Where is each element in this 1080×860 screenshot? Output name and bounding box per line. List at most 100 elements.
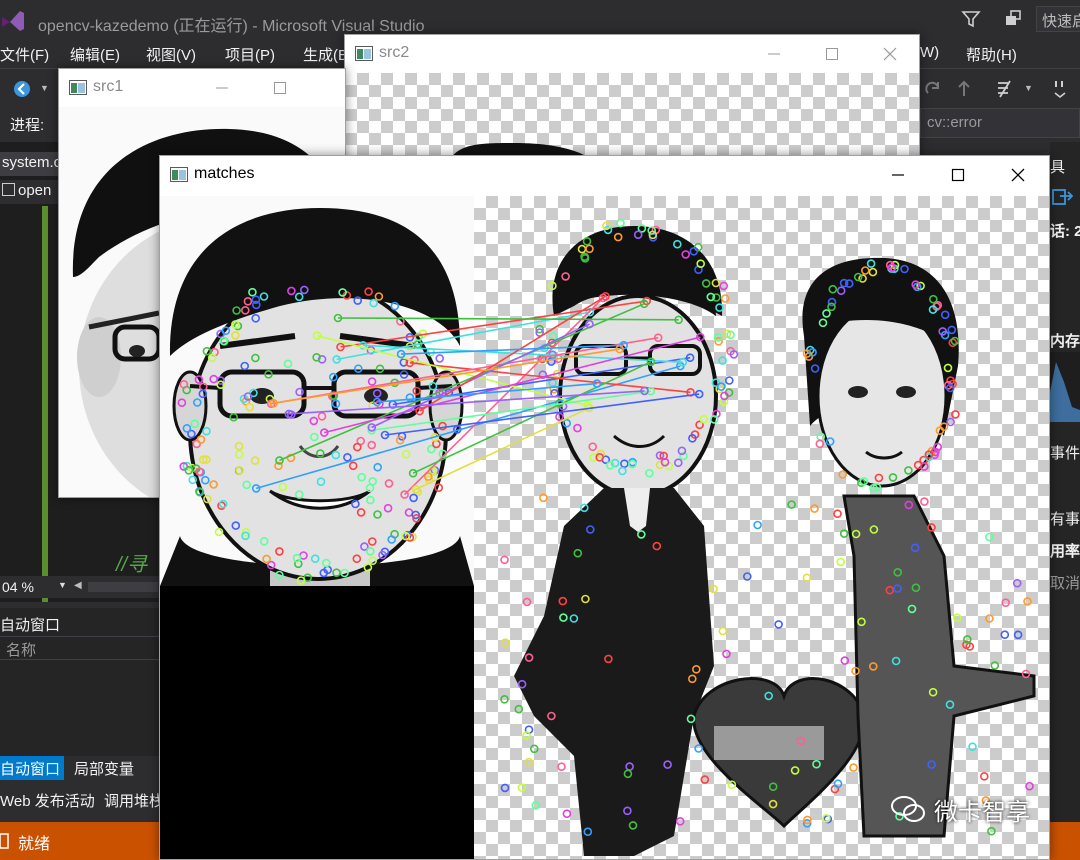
keypoint-marker — [203, 494, 212, 504]
keypoint-marker — [699, 414, 709, 424]
export-icon[interactable] — [1052, 186, 1074, 206]
chevron-down-icon[interactable]: ▼ — [40, 83, 49, 93]
src2-title: src2 — [379, 44, 410, 61]
keypoint-marker — [278, 482, 288, 492]
keypoint-marker — [927, 523, 936, 532]
editor-tab-open[interactable]: open — [0, 180, 60, 204]
keypoint-marker — [1001, 598, 1011, 608]
feedback-icon[interactable] — [1002, 8, 1024, 30]
keypoint-marker — [209, 480, 218, 489]
src2-window[interactable]: src2 — [344, 34, 920, 174]
quick-launch-input[interactable]: 快速启 — [1036, 6, 1080, 32]
keypoint-marker — [539, 493, 548, 503]
keypoint-marker — [825, 437, 835, 446]
keypoint-marker — [196, 435, 206, 444]
keypoint-marker — [1012, 578, 1022, 588]
menu-file[interactable]: 文件(F) — [0, 44, 49, 65]
zoom-level[interactable]: 04 % — [2, 579, 34, 595]
matches-titlebar[interactable]: matches — [160, 156, 1049, 194]
matches-window[interactable]: matches 微卡智享 — [159, 155, 1050, 860]
keypoint-marker — [316, 477, 326, 487]
minimize-button[interactable] — [745, 35, 803, 73]
keypoint-marker — [920, 497, 929, 506]
minimize-icon — [768, 53, 780, 55]
keypoint-marker — [251, 353, 260, 363]
keypoint-marker — [987, 826, 996, 836]
keypoint-marker — [858, 274, 867, 283]
step-up-icon[interactable] — [954, 79, 974, 99]
filter-icon[interactable] — [960, 8, 982, 30]
keypoint-marker — [375, 364, 385, 374]
keypoint-marker — [401, 449, 411, 459]
keypoint-marker — [951, 410, 960, 419]
keypoint-marker — [947, 325, 957, 335]
keypoint-marker — [559, 613, 568, 622]
keypoint-marker — [248, 287, 257, 297]
keypoint-marker — [588, 442, 598, 451]
menu-project[interactable]: 项目(P) — [225, 44, 275, 65]
keypoint-marker — [853, 272, 863, 282]
keypoint-marker — [500, 555, 509, 565]
minimize-button[interactable] — [869, 156, 927, 194]
keypoint-marker — [368, 556, 377, 566]
exception-dropdown[interactable]: cv::error — [920, 108, 1080, 138]
keypoint-marker — [390, 301, 400, 311]
keypoint-marker — [812, 759, 821, 769]
keypoint-marker — [904, 466, 913, 475]
keypoint-marker — [952, 613, 962, 623]
keypoint-marker — [709, 584, 718, 594]
maximize-button[interactable] — [929, 156, 987, 194]
keypoint-marker — [984, 532, 994, 542]
wechat-icon — [891, 796, 925, 822]
keypoint-marker — [985, 614, 994, 623]
horizontal-scrollbar[interactable] — [88, 582, 158, 592]
keypoint-marker — [242, 480, 251, 490]
keypoint-marker — [940, 310, 950, 320]
keypoint-marker — [243, 297, 253, 306]
keypoint-marker — [366, 546, 375, 556]
keypoint-marker — [373, 510, 382, 519]
back-navigation-icon[interactable] — [12, 79, 32, 99]
tab-locals[interactable]: 局部变量 — [74, 758, 134, 779]
menu-view[interactable]: 视图(V) — [146, 44, 196, 65]
minimize-button[interactable] — [193, 69, 251, 107]
close-button[interactable] — [861, 35, 919, 73]
editor-tab-system[interactable]: system.c — [0, 152, 60, 176]
keypoint-marker — [623, 806, 632, 816]
keypoint-marker — [990, 661, 1000, 670]
keypoint-marker — [348, 461, 358, 471]
tab-web-publish[interactable]: Web 发布活动 — [0, 790, 95, 811]
maximize-button[interactable] — [251, 69, 309, 107]
autos-column-name[interactable]: 名称 — [0, 636, 160, 660]
menu-edit[interactable]: 编辑(E) — [70, 44, 120, 65]
redo-icon[interactable] — [924, 79, 944, 99]
keypoint-marker — [815, 439, 825, 449]
chevron-down-icon[interactable]: ▼ — [1024, 83, 1033, 93]
tab-call-stack[interactable]: 调用堆栈 — [104, 790, 164, 811]
keypoint-marker — [179, 380, 189, 389]
menu-window[interactable]: W) — [920, 44, 939, 61]
hide-icon[interactable] — [994, 77, 1018, 101]
keypoint-marker — [514, 704, 524, 714]
src2-titlebar[interactable]: src2 — [345, 35, 919, 73]
keypoint-marker — [911, 583, 921, 593]
keypoint-marker — [689, 246, 699, 256]
close-button[interactable] — [989, 156, 1047, 194]
keypoint-marker — [869, 525, 879, 534]
scroll-left-icon[interactable]: ◀ — [74, 580, 82, 591]
menu-help[interactable]: 帮助(H) — [966, 44, 1017, 65]
keypoint-marker — [241, 306, 250, 315]
keypoint-marker — [582, 236, 592, 246]
keypoint-marker — [816, 432, 826, 441]
maximize-button[interactable] — [803, 35, 861, 73]
menu-build[interactable]: 生成(B — [303, 44, 348, 65]
tab-autos[interactable]: 自动窗口 — [0, 756, 64, 780]
keypoint-marker — [885, 585, 895, 595]
src1-titlebar[interactable]: src1 — [59, 69, 345, 107]
keypoint-marker — [701, 279, 711, 288]
overflow-icon[interactable] — [1052, 77, 1068, 101]
chevron-down-icon[interactable]: ▼ — [58, 580, 67, 590]
matches-canvas — [160, 196, 1049, 859]
keypoint-marker — [724, 376, 734, 385]
keypoint-marker — [945, 700, 955, 709]
